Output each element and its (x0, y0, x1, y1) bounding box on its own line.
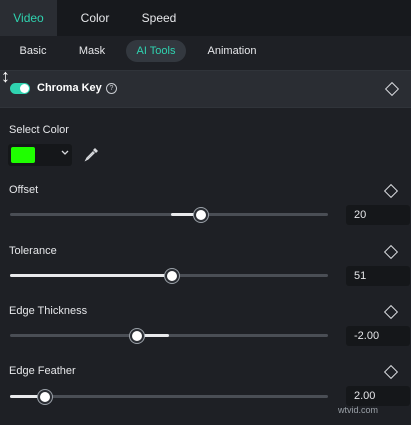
tolerance-keyframe-icon[interactable] (383, 244, 399, 260)
edge-feather-label: Edge Feather (9, 365, 76, 377)
tab-ai-tools[interactable]: AI Tools (126, 40, 186, 62)
watermark-text: wtvid.com (338, 405, 379, 415)
eyedropper-icon[interactable] (84, 146, 100, 162)
chroma-key-toggle[interactable] (10, 83, 30, 94)
edge-thickness-slider[interactable] (10, 329, 328, 343)
tolerance-label: Tolerance (9, 245, 57, 257)
main-tab-bar: Video Color Speed (0, 0, 411, 36)
offset-label: Offset (9, 184, 39, 196)
tolerance-slider-fill (10, 274, 172, 277)
offset-value-input[interactable]: 20 (346, 205, 410, 225)
color-picker-dropdown[interactable] (8, 144, 72, 166)
offset-slider-thumb[interactable] (194, 208, 208, 222)
tab-speed[interactable]: Speed (133, 0, 185, 36)
section-title: Chroma Key (37, 82, 102, 94)
edge-feather-slider[interactable] (10, 390, 328, 404)
edge-feather-keyframe-icon[interactable] (383, 364, 399, 380)
color-swatch (11, 147, 35, 163)
edge-thickness-slider-thumb[interactable] (130, 329, 144, 343)
resize-cursor-icon: ↕ (1, 66, 10, 86)
tab-mask[interactable]: Mask (66, 40, 118, 62)
offset-keyframe-icon[interactable] (383, 183, 399, 199)
help-icon[interactable]: ? (106, 83, 117, 94)
tolerance-value-input[interactable]: 51 (346, 266, 410, 286)
edge-thickness-keyframe-icon[interactable] (383, 304, 399, 320)
edge-thickness-value-input[interactable]: -2.00 (346, 326, 410, 346)
tab-video[interactable]: Video (0, 0, 57, 36)
tolerance-slider-thumb[interactable] (165, 269, 179, 283)
edge-feather-value-input[interactable]: 2.00 (346, 386, 410, 406)
tab-color[interactable]: Color (70, 0, 120, 36)
edge-feather-slider-thumb[interactable] (38, 390, 52, 404)
chroma-key-header[interactable]: Chroma Key ? (0, 70, 411, 108)
offset-slider[interactable] (10, 208, 328, 222)
sub-tab-bar: Basic Mask AI Tools Animation (0, 36, 411, 68)
chevron-down-icon (61, 150, 69, 155)
keyframe-diamond-icon[interactable] (384, 81, 400, 97)
toggle-knob (20, 84, 29, 93)
tab-basic[interactable]: Basic (8, 40, 58, 62)
edge-thickness-label: Edge Thickness (9, 305, 88, 317)
tab-animation[interactable]: Animation (197, 40, 267, 62)
tolerance-slider[interactable] (10, 269, 328, 283)
select-color-label: Select Color (9, 124, 69, 136)
